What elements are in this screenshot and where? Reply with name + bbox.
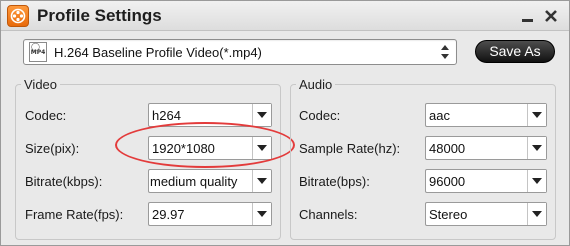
save-as-button[interactable]: Save As: [475, 40, 555, 63]
video-bitrate-select[interactable]: medium quality: [148, 169, 272, 193]
profile-dropdown[interactable]: ◯ MP4 H.264 Baseline Profile Video(*.mp4): [23, 39, 457, 65]
chevron-down-icon[interactable]: [527, 170, 546, 192]
window-title: Profile Settings: [37, 6, 162, 25]
title-bar: Profile Settings: [1, 1, 569, 31]
minimize-icon[interactable]: [519, 7, 537, 25]
video-framerate-value: 29.97: [152, 207, 185, 222]
audio-codec-label: Codec:: [299, 108, 341, 123]
app-logo-icon: [7, 5, 29, 27]
video-codec-label: Codec:: [25, 108, 67, 123]
video-bitrate-value: medium quality: [150, 174, 238, 189]
audio-bitrate-label: Bitrate(bps):: [299, 174, 370, 189]
profile-settings-window: Profile Settings ◯ MP4 H.264 Baseline Pro…: [0, 0, 570, 246]
audio-group-title: Audio: [296, 77, 336, 92]
chevron-down-icon[interactable]: [527, 203, 546, 225]
audio-channels-value: Stereo: [429, 207, 468, 222]
audio-bitrate-select[interactable]: 96000: [425, 169, 547, 193]
profile-selected-value: H.264 Baseline Profile Video(*.mp4): [54, 45, 262, 60]
close-icon[interactable]: [542, 7, 560, 25]
audio-channels-label: Channels:: [299, 207, 358, 222]
spinner-arrows-icon[interactable]: [440, 44, 450, 60]
video-framerate-label: Frame Rate(fps):: [25, 207, 124, 222]
video-bitrate-label: Bitrate(kbps):: [25, 174, 103, 189]
audio-codec-value: aac: [429, 108, 450, 123]
chevron-down-icon[interactable]: [252, 170, 271, 192]
audio-samplerate-label: Sample Rate(hz):: [299, 141, 401, 156]
audio-bitrate-value: 96000: [429, 174, 466, 189]
audio-samplerate-select[interactable]: 48000: [425, 136, 547, 160]
video-size-label: Size(pix):: [25, 141, 80, 156]
video-codec-value: h264: [152, 108, 181, 123]
chevron-down-icon[interactable]: [527, 137, 546, 159]
audio-channels-select[interactable]: Stereo: [425, 202, 547, 226]
audio-samplerate-value: 48000: [429, 141, 466, 156]
mp4-format-icon: ◯ MP4: [29, 42, 47, 62]
chevron-down-icon[interactable]: [252, 203, 271, 225]
video-group-title: Video: [21, 77, 61, 92]
chevron-down-icon[interactable]: [252, 104, 271, 126]
audio-codec-select[interactable]: aac: [425, 103, 547, 127]
video-framerate-select[interactable]: 29.97: [148, 202, 272, 226]
size-highlight-circle: [115, 122, 295, 168]
chevron-down-icon[interactable]: [527, 104, 546, 126]
